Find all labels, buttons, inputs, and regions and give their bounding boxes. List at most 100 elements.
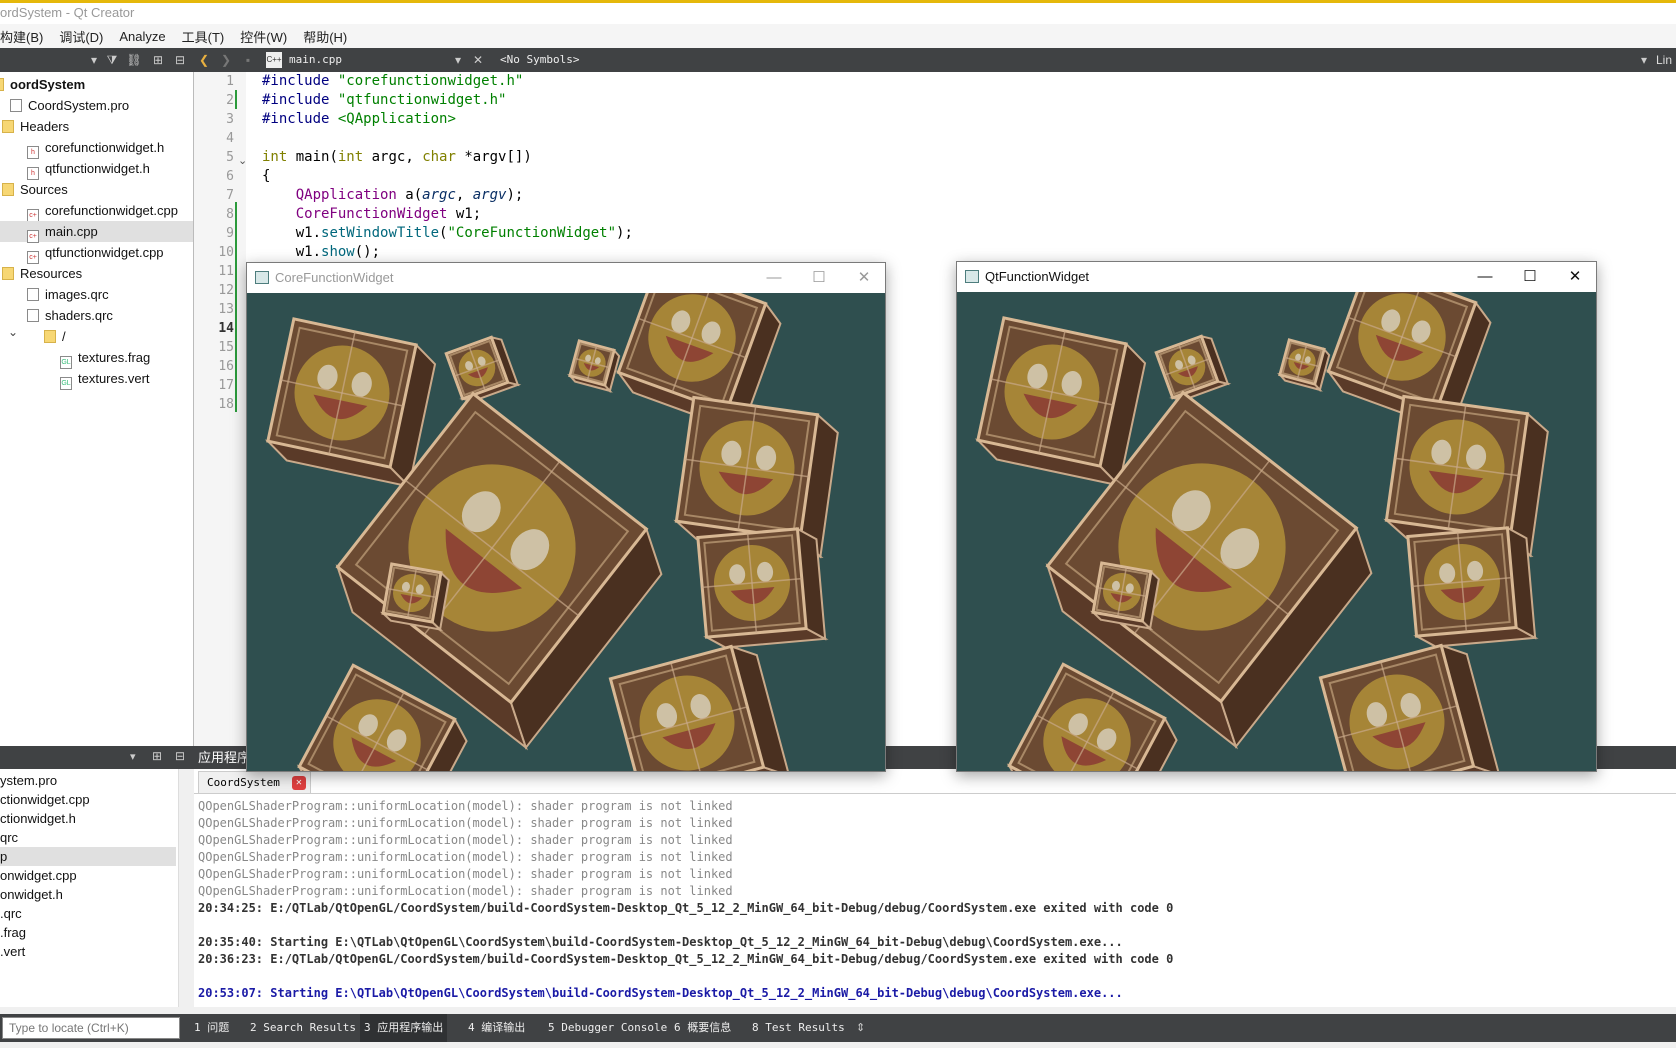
line-ending-selector[interactable]: Lin bbox=[1656, 48, 1672, 72]
close-pane-icon[interactable]: ⊟ bbox=[172, 52, 188, 68]
output-line: 20:36:23: E:/QTLab/QtOpenGL/CoordSystem/… bbox=[198, 952, 1174, 966]
qt-creator-window: ordSystem - Qt Creator 构建(B) 调试(D) Analy… bbox=[0, 0, 1676, 1048]
forward-arrow-icon[interactable]: ❯ bbox=[218, 52, 234, 68]
chevron-down-icon[interactable]: ⌄ bbox=[8, 322, 18, 343]
gl-canvas[interactable] bbox=[957, 292, 1596, 771]
tree-item[interactable]: Headers bbox=[0, 116, 193, 137]
open-document-item[interactable]: .vert bbox=[0, 942, 176, 961]
tree-item-label: textures.vert bbox=[78, 371, 150, 386]
menu-widgets[interactable]: 控件(W) bbox=[233, 27, 296, 46]
output-line: QOpenGLShaderProgram::uniformLocation(mo… bbox=[198, 850, 733, 864]
close-pane-icon[interactable]: ⊟ bbox=[175, 749, 185, 763]
open-document-item[interactable]: .qrc bbox=[0, 904, 176, 923]
line-number: 8 bbox=[226, 207, 234, 222]
close-icon[interactable]: ✕ bbox=[1553, 262, 1597, 292]
tree-item[interactable]: Resources bbox=[0, 263, 193, 284]
line-number: 12 bbox=[218, 283, 234, 298]
tree-item[interactable]: c+ main.cpp bbox=[0, 221, 193, 243]
gl-canvas[interactable] bbox=[247, 293, 885, 771]
output-pane-button[interactable]: 1 问题 bbox=[190, 1014, 233, 1042]
tree-item[interactable]: oordSystem bbox=[0, 74, 193, 95]
open-documents-list: ystem.pro ctionwidget.cpp ctionwidget.h qrc… bbox=[0, 769, 178, 1007]
tree-item[interactable]: shaders.qrc bbox=[0, 305, 193, 326]
open-document-item[interactable]: p bbox=[0, 847, 176, 866]
code-line: { bbox=[262, 168, 271, 184]
open-document-item[interactable]: qrc bbox=[0, 828, 176, 847]
cpp-file-icon: C++ bbox=[266, 52, 282, 68]
folder-icon bbox=[0, 78, 4, 91]
output-pane-button[interactable]: 5 Debugger Console bbox=[544, 1014, 671, 1042]
core-function-widget-window[interactable]: CoreFunctionWidget — ☐ ✕ bbox=[246, 262, 886, 772]
minimize-icon[interactable]: — bbox=[752, 263, 796, 293]
symbols-dropdown-icon[interactable]: ▾ bbox=[1636, 52, 1652, 68]
application-output[interactable]: QOpenGLShaderProgram::uniformLocation(mo… bbox=[194, 794, 1676, 1007]
folder-icon bbox=[2, 267, 14, 280]
more-panes-icon[interactable]: ⇕ bbox=[856, 1014, 865, 1042]
tree-item[interactable]: ⌄ / bbox=[0, 325, 193, 347]
title-bar: ordSystem - Qt Creator bbox=[0, 0, 1676, 24]
modification-marker bbox=[235, 90, 237, 109]
maximize-icon[interactable]: ☐ bbox=[1508, 262, 1552, 292]
filter-icon[interactable]: ⧩ bbox=[104, 52, 120, 68]
locator-input[interactable]: Type to locate (Ctrl+K) bbox=[2, 1017, 180, 1039]
back-arrow-icon[interactable]: ❮ bbox=[196, 52, 212, 68]
code-line: CoreFunctionWidget w1; bbox=[295, 206, 482, 222]
line-number: 4 bbox=[226, 131, 234, 146]
output-tab-coordsystem[interactable]: CoordSystem ✕ bbox=[198, 771, 311, 793]
open-document-item[interactable]: ctionwidget.cpp bbox=[0, 790, 176, 809]
file-dropdown-icon[interactable]: ▾ bbox=[450, 52, 466, 68]
fold-arrow-icon[interactable]: ⌄ bbox=[238, 154, 247, 167]
folder-icon bbox=[2, 183, 14, 196]
open-document-item[interactable]: onwidget.cpp bbox=[0, 866, 176, 885]
output-pane-button[interactable]: 6 概要信息 bbox=[670, 1014, 735, 1042]
tree-item[interactable]: h corefunctionwidget.h bbox=[0, 137, 193, 159]
open-document-item[interactable]: .frag bbox=[0, 923, 176, 942]
tree-item[interactable]: c+ corefunctionwidget.cpp bbox=[0, 200, 193, 222]
tree-item-label: oordSystem bbox=[10, 77, 86, 92]
window-titlebar[interactable]: QtFunctionWidget — ☐ ✕ bbox=[957, 262, 1596, 292]
output-pane-button[interactable]: 4 编译输出 bbox=[464, 1014, 529, 1042]
output-pane-title: 应用程序 bbox=[198, 750, 251, 765]
output-line: 20:34:25: E:/QTLab/QtOpenGL/CoordSystem/… bbox=[198, 901, 1174, 915]
tree-item-label: corefunctionwidget.cpp bbox=[45, 203, 178, 218]
close-icon[interactable]: ✕ bbox=[842, 263, 886, 293]
code-line: int main(int argc, char *argv[]) bbox=[262, 149, 532, 165]
tree-item[interactable]: h qtfunctionwidget.h bbox=[0, 158, 193, 180]
split-icon[interactable]: ⊞ bbox=[150, 52, 166, 68]
qt-function-widget-window[interactable]: QtFunctionWidget — ☐ ✕ bbox=[956, 261, 1597, 772]
tree-item[interactable]: c+ qtfunctionwidget.cpp bbox=[0, 242, 193, 264]
tree-item-label: qtfunctionwidget.h bbox=[45, 161, 150, 176]
maximize-icon[interactable]: ☐ bbox=[797, 263, 841, 293]
output-pane-button[interactable]: 8 Test Results bbox=[748, 1014, 849, 1042]
line-number: 9 bbox=[226, 226, 234, 241]
tree-item[interactable]: GL textures.vert bbox=[0, 368, 193, 390]
output-pane-button[interactable]: 2 Search Results bbox=[246, 1014, 360, 1042]
tree-item[interactable]: CoordSystem.pro bbox=[0, 95, 193, 116]
tree-item-label: textures.frag bbox=[78, 350, 151, 365]
menu-analyze[interactable]: Analyze bbox=[112, 29, 174, 44]
link-icon[interactable]: ⛓ bbox=[126, 52, 142, 68]
menu-build[interactable]: 构建(B) bbox=[0, 27, 52, 46]
code-line: #include "corefunctionwidget.h" bbox=[262, 73, 524, 89]
close-file-icon[interactable]: ✕ bbox=[470, 52, 486, 68]
symbols-selector[interactable]: <No Symbols> bbox=[500, 48, 579, 72]
dropdown-arrow-icon[interactable]: ▾ bbox=[130, 750, 136, 763]
dropdown-arrow-icon[interactable]: ▾ bbox=[86, 52, 102, 68]
open-document-item[interactable]: onwidget.h bbox=[0, 885, 176, 904]
output-pane-button[interactable]: 3 应用程序输出 bbox=[360, 1014, 448, 1042]
split-icon[interactable]: ⊞ bbox=[152, 749, 162, 763]
menu-tools[interactable]: 工具(T) bbox=[175, 27, 234, 46]
menu-help[interactable]: 帮助(H) bbox=[296, 27, 356, 46]
output-line: QOpenGLShaderProgram::uniformLocation(mo… bbox=[198, 816, 733, 830]
open-documents-scrollbar[interactable] bbox=[178, 769, 194, 1007]
tree-item[interactable]: Sources bbox=[0, 179, 193, 200]
menu-debug[interactable]: 调试(D) bbox=[52, 27, 112, 46]
close-icon[interactable]: ✕ bbox=[291, 776, 306, 790]
open-document-item[interactable]: ctionwidget.h bbox=[0, 809, 176, 828]
window-titlebar[interactable]: CoreFunctionWidget — ☐ ✕ bbox=[247, 263, 885, 293]
tree-item[interactable]: GL textures.frag bbox=[0, 347, 193, 369]
minimize-icon[interactable]: — bbox=[1463, 262, 1507, 292]
tree-item[interactable]: images.qrc bbox=[0, 284, 193, 305]
open-document-item[interactable]: ystem.pro bbox=[0, 771, 176, 790]
crate-cube bbox=[567, 339, 621, 393]
